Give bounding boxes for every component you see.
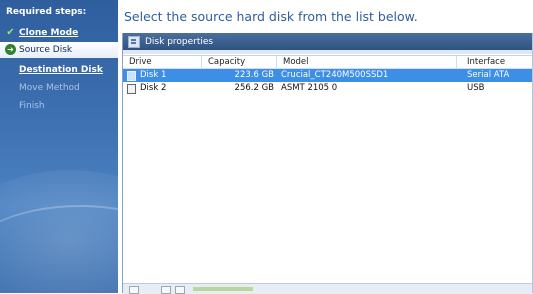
arrow-right-circle-icon: ➔: [5, 44, 16, 55]
column-header-interface[interactable]: Interface: [457, 56, 533, 68]
disk-properties-toolbar[interactable]: Disk properties: [123, 33, 533, 50]
table-row-disk-1[interactable]: Disk 1 223.6 GB Crucial_CT240M500SSD1 Se…: [123, 69, 533, 82]
cell-interface: Serial ATA: [467, 70, 510, 80]
step-label: Destination Disk: [19, 65, 103, 75]
step-label: Clone Mode: [19, 28, 79, 38]
cell-model: ASMT 2105 0: [281, 83, 338, 93]
disk-properties-icon: [128, 35, 140, 48]
cell-capacity: 256.2 GB: [234, 83, 274, 93]
step-label: Source Disk: [19, 45, 73, 55]
disk-icon: [127, 70, 136, 81]
drive-name: Disk 1: [140, 70, 167, 80]
table-header: Drive Capacity Model Interface: [123, 56, 533, 69]
partition-usage-bar: [193, 287, 253, 291]
disk-properties-label: Disk properties: [145, 36, 214, 47]
step-move-method: Move Method: [0, 80, 118, 96]
disk-list-panel: Disk properties Drive Capacity Model Int…: [122, 33, 533, 294]
cell-model: Crucial_CT240M500SSD1: [281, 70, 389, 80]
step-label: Finish: [19, 101, 45, 111]
check-icon: ✔: [6, 27, 15, 38]
toolbar-divider: [123, 50, 533, 54]
disk-icon: [127, 83, 136, 94]
column-header-model[interactable]: Model: [277, 56, 457, 68]
step-finish: Finish: [0, 98, 118, 114]
cell-interface: USB: [467, 83, 485, 93]
disk-table: Drive Capacity Model Interface Disk 1 22…: [123, 55, 533, 272]
drive-name: Disk 2: [140, 83, 167, 93]
instruction-text: Select the source hard disk from the lis…: [124, 9, 418, 24]
column-header-drive[interactable]: Drive: [123, 56, 202, 68]
step-label: Move Method: [19, 83, 80, 93]
step-destination-disk[interactable]: Destination Disk: [0, 62, 118, 78]
step-source-disk[interactable]: ➔ Source Disk: [0, 42, 118, 58]
status-strip: [123, 283, 533, 294]
wizard-steps-sidebar: Required steps: ✔ Clone Mode ➔ Source Di…: [0, 0, 118, 293]
cell-drive: Disk 1: [123, 69, 202, 82]
cell-drive: Disk 2: [123, 82, 202, 95]
column-header-capacity[interactable]: Capacity: [202, 56, 277, 68]
step-clone-mode[interactable]: ✔ Clone Mode: [0, 25, 118, 41]
steps-title: Required steps:: [6, 7, 87, 17]
cell-capacity: 223.6 GB: [234, 70, 274, 80]
table-row-disk-2[interactable]: Disk 2 256.2 GB ASMT 2105 0 USB: [123, 82, 533, 95]
